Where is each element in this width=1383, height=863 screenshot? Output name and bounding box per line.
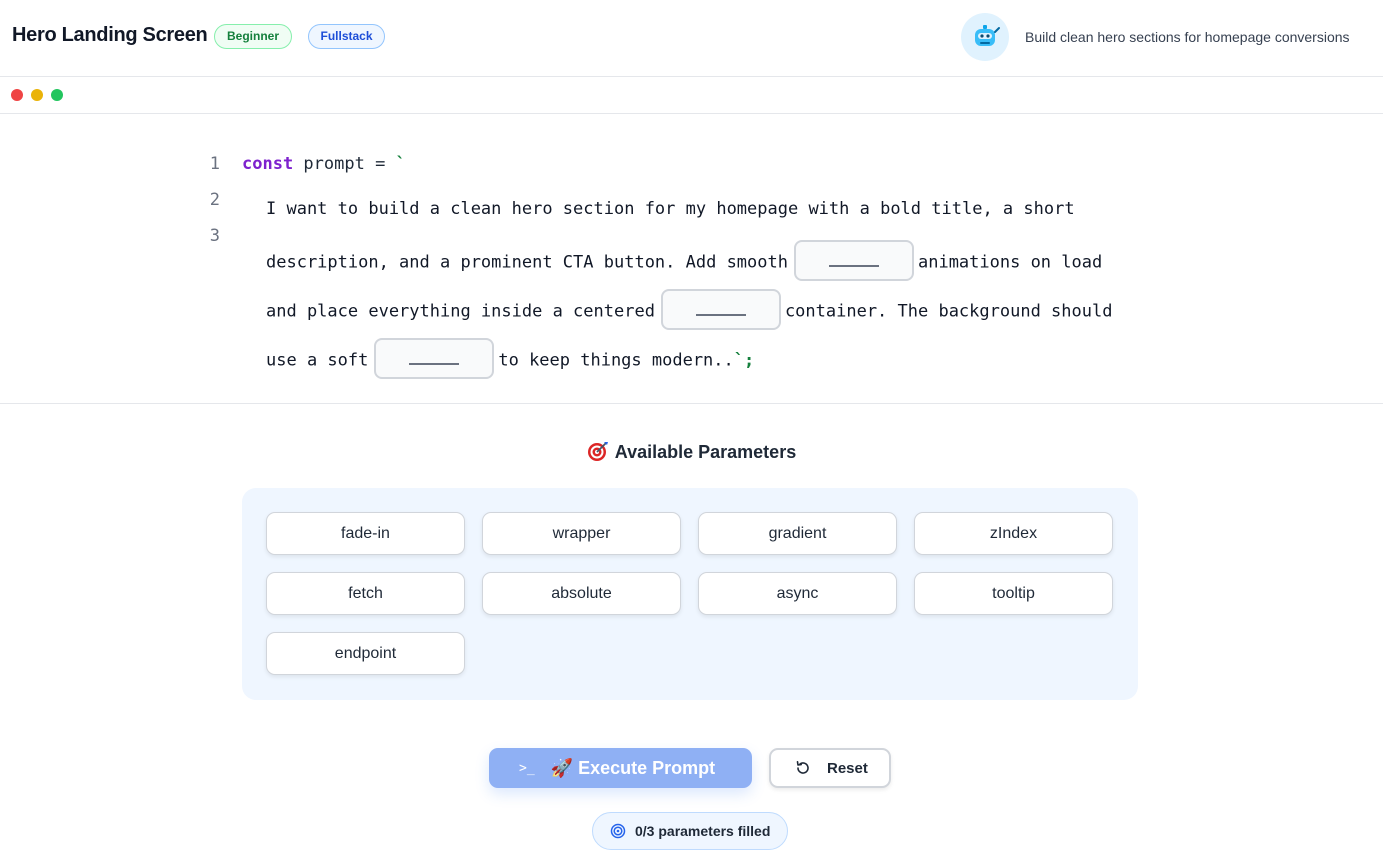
prompt-text-line: I want to build a clean hero section for…	[266, 199, 1196, 219]
code-close-quote: `;	[733, 350, 755, 371]
code-keyword: const	[242, 154, 294, 174]
prompt-text-line: and place everything inside a centered co…	[266, 289, 1196, 332]
prompt-text-line: use a soft to keep things modern..`;	[266, 338, 1196, 381]
line-number: 1	[209, 154, 220, 174]
parameters-heading: Available Parameters	[0, 440, 1383, 463]
status-text: 0/3 parameters filled	[635, 823, 771, 839]
reset-button[interactable]: Reset	[769, 748, 891, 788]
line-number: 3	[209, 226, 220, 246]
reset-icon	[796, 761, 809, 774]
parameters-title: Available Parameters	[614, 442, 797, 462]
progress-target-icon	[610, 823, 626, 839]
prompt-segment: and place everything inside a centered	[266, 301, 655, 322]
param-chip-tooltip[interactable]: tooltip	[914, 572, 1113, 615]
prompt-segment: to keep things modern..	[498, 350, 734, 371]
blank-slot-3[interactable]	[374, 338, 495, 379]
prompt-segment: description, and a prominent CTA button.…	[266, 252, 788, 273]
target-icon	[587, 440, 609, 462]
param-chip-endpoint[interactable]: endpoint	[266, 632, 465, 675]
category-badge: Fullstack	[308, 24, 385, 49]
code-declaration: const prompt = `	[242, 154, 406, 174]
progress-status: 0/3 parameters filled	[592, 812, 788, 850]
code-editor: 1 2 3 const prompt = ` I want to build a…	[0, 114, 1383, 404]
prompt-text-line: description, and a prominent CTA button.…	[266, 240, 1196, 283]
editor-window-bar	[0, 77, 1383, 114]
terminal-icon: >_	[519, 760, 535, 776]
execute-prompt-button[interactable]: >_ 🚀 Execute Prompt	[489, 748, 752, 788]
app-header: Hero Landing Screen Beginner Fullstack B…	[0, 0, 1383, 77]
execute-label: 🚀 Execute Prompt	[550, 757, 716, 778]
reset-label: Reset	[827, 759, 868, 777]
parameters-panel: fade-in wrapper gradient zIndex fetch ab…	[242, 488, 1138, 700]
param-chip-fetch[interactable]: fetch	[266, 572, 465, 615]
param-chip-absolute[interactable]: absolute	[482, 572, 681, 615]
blank-slot-1[interactable]	[793, 240, 914, 281]
param-chip-wrapper[interactable]: wrapper	[482, 512, 681, 555]
code-open-quote: `	[395, 154, 406, 174]
page-title: Hero Landing Screen	[12, 24, 208, 46]
prompt-segment: animations on load	[917, 252, 1103, 273]
param-chip-gradient[interactable]: gradient	[698, 512, 897, 555]
param-chip-zindex[interactable]: zIndex	[914, 512, 1113, 555]
prompt-segment: container. The background should	[784, 301, 1113, 322]
prompt-segment: use a soft	[266, 350, 369, 371]
minimize-dot	[31, 89, 43, 101]
header-tagline: Build clean hero sections for homepage c…	[1025, 29, 1350, 45]
prompt-segment: I want to build a clean hero section for…	[266, 199, 1075, 219]
maximize-dot	[51, 89, 63, 101]
blank-slot-2[interactable]	[660, 289, 781, 330]
close-dot	[11, 89, 23, 101]
code-identifier: prompt =	[293, 154, 396, 174]
robot-icon	[961, 13, 1009, 61]
param-chip-fade-in[interactable]: fade-in	[266, 512, 465, 555]
difficulty-badge: Beginner	[214, 24, 292, 49]
param-chip-async[interactable]: async	[698, 572, 897, 615]
line-number: 2	[209, 190, 220, 210]
